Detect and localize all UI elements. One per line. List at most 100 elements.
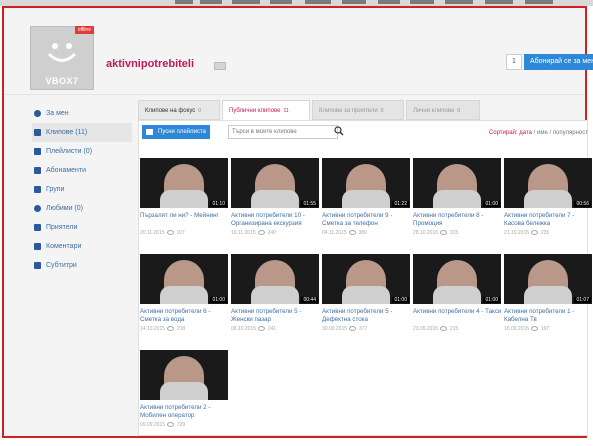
sort-other-options[interactable]: / име / популярност — [532, 130, 588, 136]
video-title[interactable]: Активни потребители 9 - Сметка за телефо… — [322, 212, 412, 228]
video-date: 16.09.2015 — [504, 326, 530, 332]
subscriber-count: 1 — [506, 54, 522, 70]
video-thumbnail[interactable] — [140, 350, 228, 400]
video-card[interactable]: 01:10 Пързалят ли ни? - Мейнинг 20.11.2015… — [140, 158, 228, 254]
video-thumbnail[interactable]: 01:10 — [140, 158, 228, 208]
person-shirt — [433, 286, 481, 304]
video-thumbnail[interactable]: 00:56 — [504, 158, 592, 208]
video-meta: 28.10.2015 315 — [413, 230, 458, 236]
video-thumbnail[interactable]: 01:07 — [504, 254, 592, 304]
profile-header: offline VBOX7 aktivnipotrebiteli 1 Абони… — [4, 8, 593, 92]
subscriptions-icon — [34, 167, 41, 174]
video-duration: 01:22 — [392, 201, 409, 207]
video-thumbnail[interactable]: 01:55 — [231, 158, 319, 208]
videos-toolbar: Пусни плейлиста Търси в моите клипове Со… — [138, 122, 588, 144]
video-views: 197 — [540, 326, 550, 332]
video-views: 380 — [358, 230, 367, 236]
video-views: 107 — [176, 230, 185, 236]
subscribe-button[interactable]: Абонирай се за мен — [524, 54, 593, 70]
play-playlist-button[interactable]: Пусни плейлиста — [142, 125, 210, 139]
video-title[interactable]: Активни потребители 1 - Кабелна Тв — [504, 308, 593, 324]
avatar-brand: VBOX7 — [45, 76, 79, 86]
video-title[interactable]: Активни потребители 5 - Дефектна стока — [322, 308, 412, 324]
video-title[interactable]: Активни потребители 5 - Женски пазар — [231, 308, 321, 324]
video-views: 218 — [176, 326, 186, 332]
profile-username[interactable]: aktivnipotrebiteli — [106, 58, 194, 70]
video-title[interactable]: Активни потребители 2 - Мобилен оператор — [140, 404, 230, 420]
video-thumbnail[interactable]: 01:22 — [322, 158, 410, 208]
video-card[interactable]: 01:22 Активни потребители 9 - Сметка за т… — [322, 158, 410, 254]
video-card[interactable]: 01:00 Активни потребители 6 - Сметка за в… — [140, 254, 228, 350]
video-title[interactable]: Активни потребители 6 - Сметка за вода — [140, 308, 230, 324]
video-views: 215 — [449, 326, 459, 332]
video-views: 729 — [176, 422, 186, 428]
video-title[interactable]: Активни потребители 8 - Промоция — [413, 212, 503, 228]
video-meta: 16.09.2015 197 — [504, 326, 549, 332]
sidebar-item-friends[interactable]: Приятели — [32, 218, 128, 237]
avatar-status-badge: offline — [74, 26, 94, 34]
video-meta: 21.10.2015 235 — [504, 230, 549, 236]
video-meta: 08.10.2015 241 — [231, 326, 276, 332]
sort-options: Сортирай: дата / име / популярност — [488, 130, 588, 136]
tab-friends-videos[interactable]: Клипове за приятели 0 — [312, 100, 404, 120]
person-shirt — [342, 286, 390, 304]
video-thumbnail[interactable]: 01:00 — [413, 158, 501, 208]
video-card[interactable]: 01:07 Активни потребители 1 - Кабелна Тв 1… — [504, 254, 592, 350]
tab-focus-videos[interactable]: Клипове на фокус 0 — [138, 100, 220, 120]
video-card[interactable]: 01:55 Активни потребители 10 - Организира… — [231, 158, 319, 254]
video-date: 28.10.2015 — [413, 230, 439, 236]
video-views: 241 — [267, 326, 277, 332]
video-tabs: Клипове на фокус 0 Публични клипове 11 Кли… — [138, 100, 588, 120]
video-meta: 04.11.2015 380 — [322, 230, 367, 236]
header-divider — [4, 94, 585, 95]
views-eye-icon — [167, 422, 175, 428]
heart-icon — [34, 205, 41, 212]
sidebar-item-favorites[interactable]: Любими (0) — [32, 199, 128, 218]
tab-public-videos[interactable]: Публични клипове 11 — [222, 100, 310, 120]
video-title[interactable]: Активни потребители 4 - Такси — [413, 308, 503, 316]
video-title[interactable]: Активни потребители 10 - Организирана ек… — [231, 212, 321, 228]
sidebar-item-subtitles[interactable]: Субтитри — [32, 256, 128, 275]
person-shirt — [251, 286, 299, 304]
views-eye-icon — [167, 230, 175, 236]
person-shirt — [160, 382, 208, 400]
sidebar-item-videos[interactable]: Клипове (11) — [32, 123, 132, 142]
video-views: 235 — [540, 230, 550, 236]
video-date: 30.09.2015 — [322, 326, 348, 332]
views-eye-icon — [258, 230, 266, 236]
playlist-icon — [146, 129, 153, 135]
sidebar-item-subscriptions[interactable]: Абонаменти — [32, 161, 128, 180]
video-views: 377 — [358, 326, 368, 332]
views-eye-icon — [349, 326, 357, 332]
sidebar-item-groups[interactable]: Групи — [32, 180, 128, 199]
sidebar-item-about[interactable]: За мен — [32, 104, 128, 123]
video-card[interactable]: 00:56 Активни потребители 7 - Касова беле… — [504, 158, 592, 254]
video-duration: 01:00 — [210, 297, 227, 303]
video-search-input[interactable]: Търси в моите клипове — [228, 125, 338, 139]
views-eye-icon — [167, 326, 175, 332]
video-title[interactable]: Активни потребители 7 - Касова бележка — [504, 212, 593, 228]
video-thumbnail[interactable]: 01:00 — [140, 254, 228, 304]
video-thumbnail[interactable]: 00:44 — [231, 254, 319, 304]
video-meta: 09.09.2015 729 — [140, 422, 185, 428]
video-card[interactable]: 00:44 Активни потребители 5 - Женски паза… — [231, 254, 319, 350]
video-card[interactable]: Активни потребители 2 - Мобилен оператор… — [140, 350, 228, 446]
video-card[interactable]: 01:00 Активни потребители 5 - Дефектна ст… — [322, 254, 410, 350]
sidebar-item-playlists[interactable]: Плейлисти (0) — [32, 142, 128, 161]
video-card[interactable]: 01:00 Активни потребители 8 - Промоция 28.… — [413, 158, 501, 254]
avatar[interactable]: offline VBOX7 — [30, 26, 94, 90]
search-icon[interactable] — [334, 126, 344, 136]
video-date: 04.11.2015 — [322, 230, 347, 236]
tab-private-videos[interactable]: Лични клипове 0 — [406, 100, 480, 120]
sort-by-date[interactable]: дата — [519, 130, 532, 136]
subtitles-icon — [34, 262, 41, 269]
views-eye-icon — [440, 230, 448, 236]
video-card[interactable]: 01:00 Активни потребители 4 - Такси 23.09.… — [413, 254, 501, 350]
video-thumbnail[interactable]: 01:00 — [322, 254, 410, 304]
sidebar-item-comments[interactable]: Коментари — [32, 237, 128, 256]
video-thumbnail[interactable]: 01:00 — [413, 254, 501, 304]
video-duration: 01:00 — [483, 201, 500, 207]
video-title[interactable]: Пързалят ли ни? - Мейнинг — [140, 212, 230, 220]
video-date: 14.10.2015 — [140, 326, 166, 332]
video-duration: 01:00 — [392, 297, 409, 303]
